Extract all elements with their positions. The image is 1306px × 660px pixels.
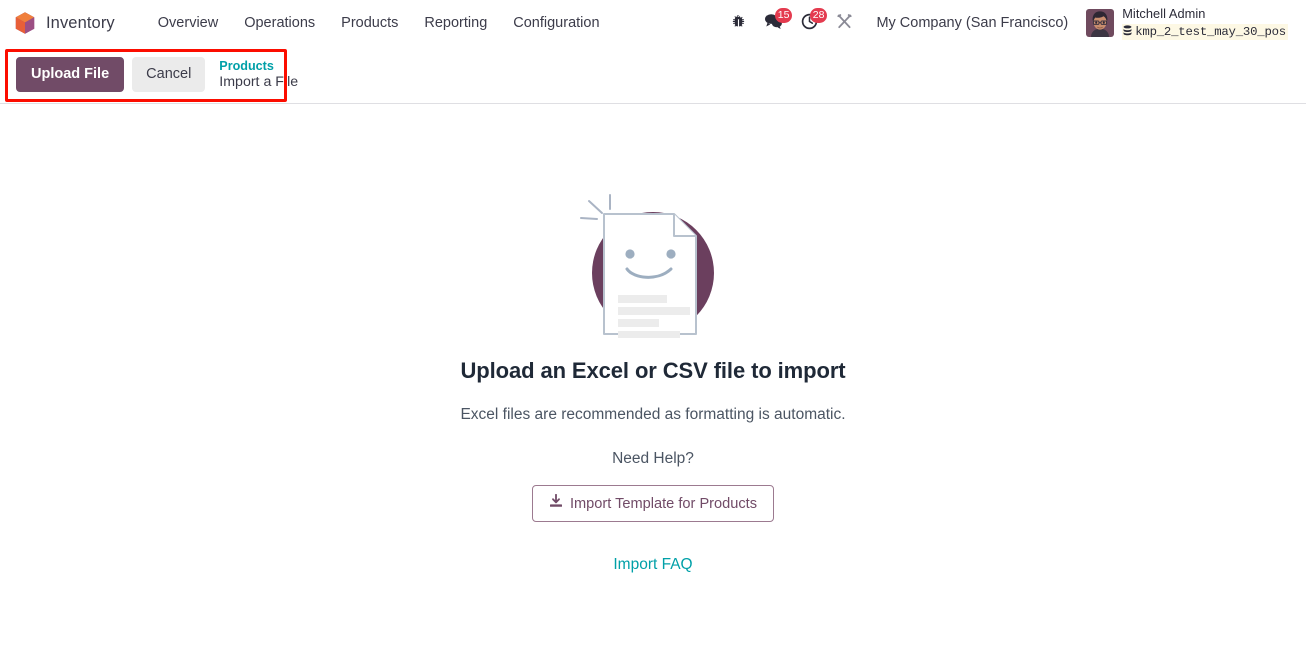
- user-name: Mitchell Admin: [1122, 5, 1206, 21]
- import-empty-state: Upload an Excel or CSV file to import Ex…: [0, 104, 1306, 660]
- user-menu[interactable]: Mitchell Admin kmp_2_test_may_30_pos: [1078, 3, 1294, 43]
- messages-count-badge: 15: [774, 7, 793, 23]
- user-info: Mitchell Admin kmp_2_test_may_30_pos: [1122, 5, 1288, 41]
- cancel-button[interactable]: Cancel: [132, 57, 206, 92]
- bug-icon: [731, 14, 746, 33]
- import-template-button[interactable]: Import Template for Products: [531, 485, 775, 522]
- download-icon: [549, 493, 563, 513]
- nav-item-operations[interactable]: Operations: [231, 9, 328, 37]
- company-switcher[interactable]: My Company (San Francisco): [866, 10, 1078, 36]
- nav-item-configuration[interactable]: Configuration: [500, 9, 612, 37]
- nav-item-products[interactable]: Products: [328, 9, 411, 37]
- inventory-box-icon: [14, 11, 36, 35]
- import-faq-link[interactable]: Import FAQ: [613, 556, 692, 574]
- breadcrumb-current: Import a File: [219, 73, 299, 90]
- systray: 15 28 My Company (San Francisco) Mitchel…: [722, 3, 1296, 43]
- main-menu: Overview Operations Products Reporting C…: [145, 9, 613, 37]
- app-brand[interactable]: Inventory: [12, 7, 123, 39]
- nav-item-reporting[interactable]: Reporting: [411, 9, 500, 37]
- tools-button[interactable]: [827, 9, 862, 38]
- page-title: Upload an Excel or CSV file to import: [460, 358, 846, 383]
- import-template-label: Import Template for Products: [569, 495, 758, 512]
- top-navbar: Inventory Overview Operations Products R…: [0, 0, 1306, 46]
- database-name: kmp_2_test_may_30_pos: [1135, 24, 1286, 39]
- database-icon: [1123, 24, 1132, 41]
- breadcrumb: Products Import a File: [219, 59, 298, 91]
- control-panel-inner: Upload File Cancel Products Import a Fil…: [16, 57, 298, 92]
- wrench-screwdriver-icon: [836, 13, 853, 34]
- messages-button[interactable]: 15: [755, 7, 793, 38]
- control-panel: Upload File Cancel Products Import a Fil…: [0, 46, 1306, 104]
- need-help-label: Need Help?: [612, 450, 694, 467]
- activities-button[interactable]: 28: [792, 7, 828, 38]
- activities-count-badge: 28: [809, 7, 828, 23]
- debug-menu-button[interactable]: [722, 10, 755, 37]
- user-avatar: [1086, 9, 1115, 37]
- smiling-document-icon: [573, 192, 733, 338]
- database-indicator: kmp_2_test_may_30_pos: [1122, 23, 1288, 41]
- brand-name: Inventory: [46, 13, 115, 32]
- upload-file-button[interactable]: Upload File: [16, 57, 125, 92]
- nav-item-overview[interactable]: Overview: [145, 9, 231, 37]
- page-subtitle: Excel files are recommended as formattin…: [460, 406, 846, 423]
- breadcrumb-item-products[interactable]: Products: [219, 59, 298, 74]
